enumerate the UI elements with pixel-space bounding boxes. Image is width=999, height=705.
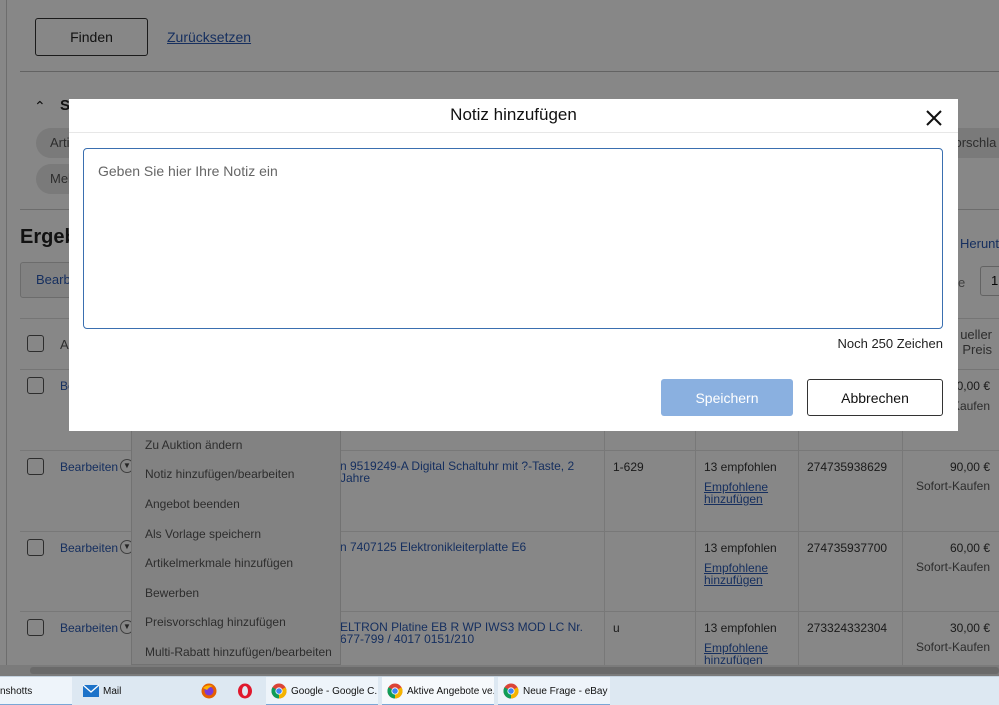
taskbar-item-firefox[interactable]: [196, 677, 224, 705]
save-button[interactable]: Speichern: [661, 379, 793, 416]
taskbar-item-chrome-google[interactable]: Google - Google C...: [266, 677, 378, 705]
taskbar-item-chrome-active-listings[interactable]: Aktive Angebote ve...: [382, 677, 494, 705]
taskbar-item-opera[interactable]: [232, 677, 260, 705]
opera-icon: [238, 683, 252, 699]
taskbar-item-chrome-new-question[interactable]: Neue Frage - eBay ...: [498, 677, 610, 705]
note-textarea[interactable]: [83, 148, 943, 329]
dialog-title: Notiz hinzufügen: [450, 105, 577, 124]
taskbar-label: Aktive Angebote ve...: [407, 686, 494, 697]
mail-icon: [83, 684, 99, 697]
close-icon[interactable]: [921, 105, 947, 131]
remaining-chars: Noch 250 Zeichen: [837, 336, 943, 351]
chrome-icon: [503, 683, 519, 699]
dialog-header-divider: [69, 132, 958, 133]
add-note-dialog: Notiz hinzufügen Noch 250 Zeichen Speich…: [69, 99, 958, 431]
chrome-icon: [271, 683, 287, 699]
firefox-icon: [201, 683, 217, 699]
taskbar-item-screenshots[interactable]: nshotts: [0, 677, 72, 705]
windows-taskbar: nshotts Mail Google - Google C... Aktive…: [0, 676, 999, 705]
taskbar-item-mail[interactable]: Mail: [78, 677, 188, 705]
taskbar-label: Neue Frage - eBay ...: [523, 686, 610, 697]
taskbar-label: Google - Google C...: [291, 686, 378, 697]
taskbar-label: Mail: [103, 686, 122, 697]
taskbar-label: nshotts: [0, 686, 33, 697]
cancel-button[interactable]: Abbrechen: [807, 379, 943, 416]
chrome-icon: [387, 683, 403, 699]
